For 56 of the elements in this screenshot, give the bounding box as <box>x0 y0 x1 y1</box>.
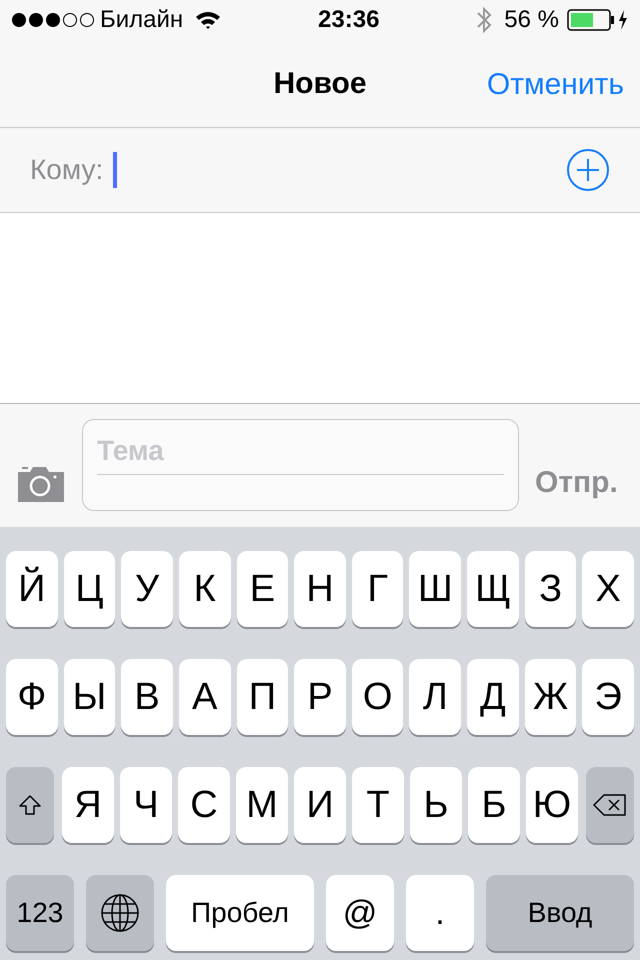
shift-icon <box>18 794 42 816</box>
letter-key[interactable]: А <box>178 659 231 735</box>
letter-key[interactable]: Х <box>582 551 634 627</box>
add-contact-icon[interactable] <box>566 148 610 192</box>
letter-key[interactable]: Щ <box>467 551 519 627</box>
letter-key[interactable]: У <box>121 551 173 627</box>
camera-icon[interactable] <box>16 465 66 503</box>
signal-icon <box>12 13 94 27</box>
letter-key[interactable]: С <box>178 767 230 843</box>
symbol-key[interactable]: . <box>406 875 474 951</box>
to-label: Кому: <box>30 153 104 187</box>
letter-key[interactable]: Б <box>468 767 520 843</box>
letter-key[interactable]: Э <box>582 659 634 735</box>
letter-key[interactable]: З <box>524 551 576 627</box>
return-key[interactable]: Ввод <box>486 875 634 951</box>
letter-key[interactable]: Я <box>62 767 114 843</box>
globe-key[interactable] <box>86 875 154 951</box>
letter-key[interactable]: Ц <box>64 551 116 627</box>
letter-key[interactable]: Н <box>294 551 346 627</box>
text-cursor <box>113 152 118 188</box>
shift-key[interactable] <box>6 767 54 843</box>
letter-key[interactable]: Е <box>236 551 288 627</box>
letter-key[interactable]: О <box>352 659 404 735</box>
letter-key[interactable]: И <box>294 767 346 843</box>
letter-key[interactable]: Ч <box>120 767 172 843</box>
letter-key[interactable]: Ь <box>410 767 462 843</box>
nav-title: Новое <box>273 66 367 102</box>
letter-key[interactable]: К <box>178 551 231 627</box>
letter-key[interactable]: М <box>236 767 288 843</box>
letter-key[interactable]: В <box>121 659 173 735</box>
battery-icon <box>567 9 615 31</box>
space-key[interactable]: Пробел <box>166 875 314 951</box>
letter-key[interactable]: Л <box>409 659 462 735</box>
letter-key[interactable]: Д <box>467 659 519 735</box>
letter-key[interactable]: Ш <box>409 551 462 627</box>
bluetooth-icon <box>476 6 492 34</box>
globe-icon <box>100 893 140 933</box>
letter-key[interactable]: Т <box>352 767 404 843</box>
letter-key[interactable]: Г <box>352 551 404 627</box>
symbol-key[interactable]: @ <box>326 875 394 951</box>
wifi-icon <box>195 10 222 30</box>
letter-key[interactable]: Ф <box>6 659 58 735</box>
backspace-icon <box>593 793 627 817</box>
clock-time: 23:36 <box>317 5 380 35</box>
numbers-key[interactable]: 123 <box>6 875 74 951</box>
letter-key[interactable]: Ю <box>526 767 578 843</box>
letter-key[interactable]: П <box>236 659 288 735</box>
letter-key[interactable]: Й <box>6 551 58 627</box>
delete-key[interactable] <box>586 767 634 843</box>
letter-key[interactable]: Р <box>294 659 346 735</box>
battery-percent: 56 % <box>504 5 559 35</box>
cancel-button[interactable]: Отменить <box>486 62 624 107</box>
letter-key[interactable]: Ж <box>524 659 576 735</box>
charging-icon <box>618 10 628 30</box>
carrier-name: Билайн <box>100 5 184 35</box>
letter-key[interactable]: Ы <box>64 659 116 735</box>
